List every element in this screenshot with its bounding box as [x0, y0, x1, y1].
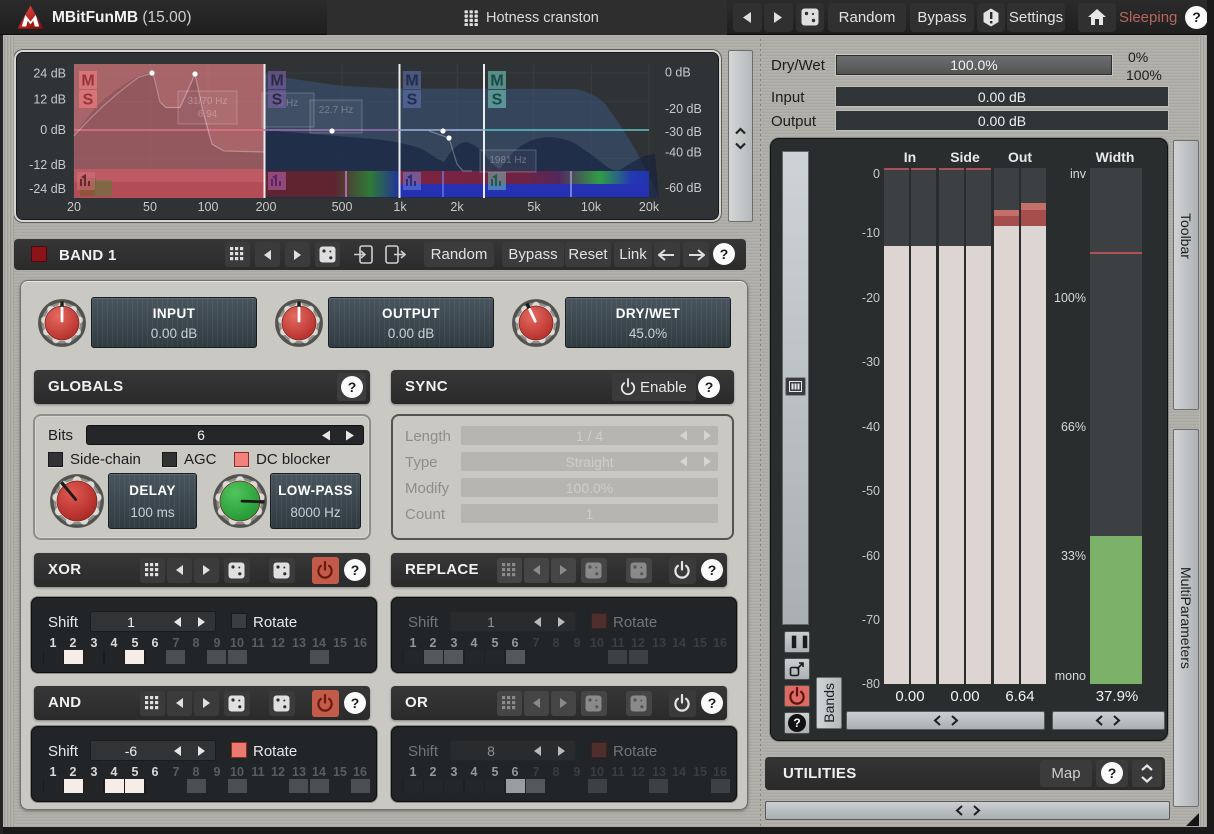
svg-text:-60 dB: -60 dB	[665, 181, 702, 195]
svg-text:0 dB: 0 dB	[665, 66, 691, 80]
svg-text:-40 dB: -40 dB	[665, 146, 702, 160]
svg-text:M: M	[405, 73, 418, 90]
svg-text:10k: 10k	[581, 200, 602, 214]
svg-text:S: S	[83, 92, 94, 109]
svg-text:-30 dB: -30 dB	[665, 125, 702, 139]
svg-text:S: S	[492, 92, 503, 109]
svg-text:1k: 1k	[393, 200, 407, 214]
svg-text:1981 Hz: 1981 Hz	[489, 155, 526, 166]
svg-text:M: M	[81, 73, 94, 90]
svg-text:-24 dB: -24 dB	[29, 182, 66, 196]
svg-text:50: 50	[143, 200, 157, 214]
svg-text:2k: 2k	[450, 200, 464, 214]
svg-text:22.7 Hz: 22.7 Hz	[319, 105, 353, 116]
svg-text:200: 200	[256, 200, 277, 214]
svg-text:-12 dB: -12 dB	[29, 158, 66, 172]
svg-text:M: M	[270, 73, 283, 90]
svg-text:100: 100	[198, 200, 219, 214]
svg-text:5k: 5k	[527, 200, 541, 214]
svg-text:31/70 Hz: 31/70 Hz	[187, 96, 227, 107]
svg-text:6.94: 6.94	[198, 109, 218, 120]
svg-text:M: M	[490, 73, 503, 90]
svg-text:20: 20	[67, 200, 81, 214]
svg-text:S: S	[272, 92, 283, 109]
svg-text:-20 dB: -20 dB	[665, 102, 702, 116]
svg-text:500: 500	[332, 200, 353, 214]
svg-text:12 dB: 12 dB	[33, 93, 66, 107]
svg-text:24 dB: 24 dB	[33, 67, 66, 81]
svg-text:20k: 20k	[639, 200, 660, 214]
svg-text:S: S	[407, 92, 418, 109]
svg-text:0 dB: 0 dB	[40, 123, 66, 137]
